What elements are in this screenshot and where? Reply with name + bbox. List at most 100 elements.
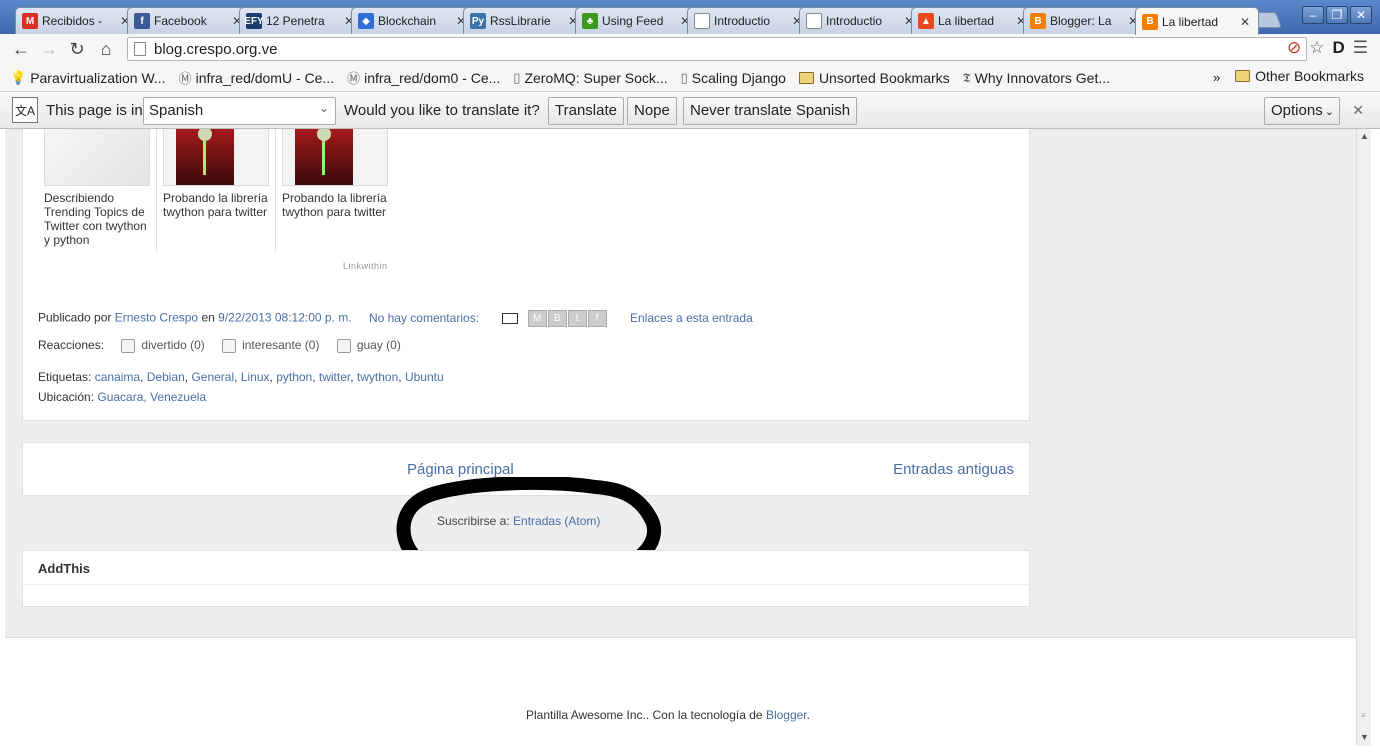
reaction-checkbox[interactable]	[121, 338, 136, 353]
options-label: Options	[1271, 102, 1323, 119]
tags-row: Etiquetas: canaima, Debian, General, Lin…	[38, 370, 444, 384]
translate-button[interactable]: Translate	[548, 97, 624, 125]
bookmark-item[interactable]: Ⓜinfra_red/dom0 - Ce...	[347, 68, 500, 87]
bookmark-label: infra_red/domU - Ce...	[195, 69, 335, 86]
translate-prefix: This page is in	[46, 102, 143, 119]
post-card: Describiendo Trending Topics de Twitter …	[22, 129, 1030, 421]
fire-icon: ▲	[918, 13, 934, 29]
subscribe-line: Suscribirse a: Entradas (Atom)	[437, 514, 600, 528]
bookmark-item[interactable]: Unsorted Bookmarks	[798, 70, 950, 86]
reaction-checkbox[interactable]	[336, 338, 351, 353]
tag-link[interactable]: canaima	[95, 370, 140, 384]
bookmark-item[interactable]: 💡 Paravirtualization W...	[10, 70, 166, 86]
home-page-link[interactable]: Página principal	[407, 461, 514, 478]
language-select[interactable]: Spanish ⌄	[143, 97, 336, 125]
browser-tab[interactable]: B La libertad ✕	[1135, 7, 1259, 35]
browser-tab[interactable]: EFY 12 Penetra ✕	[239, 7, 363, 34]
browser-tab[interactable]: Py RssLibrarie ✕	[463, 7, 587, 34]
related-thumbnail[interactable]	[163, 129, 269, 186]
tag-link[interactable]: Debian	[147, 370, 185, 384]
other-bookmarks[interactable]: Other Bookmarks	[1235, 68, 1364, 84]
bookmark-item[interactable]: ▯ Scaling Django	[681, 70, 786, 86]
tag-link[interactable]: twython	[357, 370, 398, 384]
browser-tab[interactable]: ◆ Blockchain ✕	[351, 7, 475, 34]
address-bar[interactable]: blog.crespo.org.ve	[127, 37, 1307, 61]
chevron-down-icon: ⌄	[318, 101, 329, 115]
never-translate-button[interactable]: Never translate Spanish	[683, 97, 858, 125]
close-window-button[interactable]: ✕	[1350, 6, 1372, 24]
page-icon	[806, 13, 822, 29]
blogger-link[interactable]: Blogger	[766, 708, 807, 722]
nope-button[interactable]: Nope	[627, 97, 677, 125]
maximize-button[interactable]: ❐	[1326, 6, 1348, 24]
scroll-grip-icon[interactable]: ≡	[1361, 711, 1366, 720]
blocked-content-icon[interactable]: ⊘	[1287, 38, 1301, 58]
close-icon[interactable]: ✕	[1352, 102, 1364, 119]
browser-tab[interactable]: ♣ Using Feed ✕	[575, 7, 699, 34]
extension-icon[interactable]: D	[1332, 38, 1344, 58]
bookmark-item[interactable]: Ⓜinfra_red/domU - Ce...	[179, 68, 335, 87]
author-link[interactable]: Ernesto Crespo	[115, 311, 198, 325]
lightbulb-icon: 💡	[10, 69, 27, 85]
page-icon: ▯	[680, 69, 688, 85]
browser-tab[interactable]: Introductio ✕	[687, 7, 811, 34]
reaction-checkbox[interactable]	[222, 338, 237, 353]
browser-tab[interactable]: B Blogger: La ✕	[1023, 7, 1147, 34]
browser-tab[interactable]: M Recibidos - ✕	[15, 7, 139, 34]
reload-button[interactable]: ↻	[66, 38, 88, 60]
home-button[interactable]: ⌂	[95, 38, 117, 60]
tag-link[interactable]: Ubuntu	[405, 370, 444, 384]
reactions-label: Reacciones:	[38, 338, 105, 352]
divider	[23, 584, 1029, 585]
tag-link[interactable]: Linux	[241, 370, 270, 384]
twitter-share-icon[interactable]: t	[567, 310, 587, 327]
bookmarks-overflow-button[interactable]: »	[1213, 70, 1220, 85]
bookmark-item[interactable]: 𝕿 Why Innovators Get...	[963, 70, 1110, 86]
linkwithin-credit[interactable]: Linkwithin	[343, 261, 388, 271]
close-tab-icon[interactable]: ✕	[1240, 15, 1252, 29]
vertical-scrollbar[interactable]: ▲ ≡ ▼	[1356, 129, 1371, 746]
related-post-title[interactable]: Probando la librería twython para twitte…	[282, 191, 392, 219]
tag-link[interactable]: twitter	[319, 370, 350, 384]
bookmark-star-icon[interactable]: ☆	[1309, 38, 1324, 58]
post-links-link[interactable]: Enlaces a esta entrada	[630, 311, 753, 325]
menu-icon[interactable]: ☰	[1353, 38, 1368, 58]
bookmark-label: Paravirtualization W...	[30, 69, 166, 86]
related-thumbnail[interactable]	[282, 129, 388, 186]
nyt-icon: 𝕿	[962, 69, 971, 85]
bookmark-label: Why Innovators Get...	[974, 69, 1111, 86]
scroll-down-icon[interactable]: ▼	[1360, 732, 1369, 742]
footer-attribution: Plantilla Awesome Inc.. Con la tecnologí…	[526, 708, 810, 722]
tag-link[interactable]: python	[276, 370, 312, 384]
scroll-up-icon[interactable]: ▲	[1360, 131, 1369, 141]
facebook-share-icon[interactable]: f	[587, 310, 607, 327]
atom-feed-link[interactable]: Entradas (Atom)	[513, 514, 600, 528]
location-link[interactable]: Guacara, Venezuela	[97, 390, 206, 404]
window-controls: – ❐ ✕	[1302, 6, 1372, 24]
back-button[interactable]: ←	[10, 38, 32, 60]
gmail-share-icon[interactable]: M	[527, 310, 547, 327]
browser-tab[interactable]: Introductio ✕	[799, 7, 923, 34]
tab-title: 12 Penetra	[266, 14, 325, 28]
post-footer-line: Publicado por Ernesto Crespo en 9/22/201…	[38, 310, 753, 327]
browser-tab[interactable]: f Facebook ✕	[127, 7, 251, 34]
browser-tab[interactable]: ▲ La libertad ✕	[911, 7, 1035, 34]
options-button[interactable]: Options ⌄	[1264, 97, 1340, 125]
blogger-share-icon[interactable]: B	[547, 310, 567, 327]
related-thumbnail[interactable]	[44, 129, 150, 186]
related-post-title[interactable]: Probando la librería twython para twitte…	[163, 191, 273, 219]
related-post-title[interactable]: Describiendo Trending Topics de Twitter …	[44, 191, 154, 247]
forward-button[interactable]: →	[38, 38, 60, 60]
minimize-button[interactable]: –	[1302, 6, 1324, 24]
tab-title: La libertad	[938, 14, 995, 28]
comments-link[interactable]: No hay comentarios:	[369, 311, 479, 325]
tab-title: Recibidos -	[42, 14, 103, 28]
email-post-icon[interactable]	[502, 313, 519, 324]
older-posts-link[interactable]: Entradas antiguas	[893, 461, 1014, 478]
bookmark-label: ZeroMQ: Super Sock...	[524, 69, 668, 86]
bookmark-item[interactable]: ▯ ZeroMQ: Super Sock...	[513, 70, 667, 86]
medium-m-icon: Ⓜ	[347, 71, 361, 86]
tag-link[interactable]: General	[191, 370, 234, 384]
bookmark-label: infra_red/dom0 - Ce...	[364, 69, 501, 86]
date-link[interactable]: 9/22/2013 08:12:00 p. m.	[218, 311, 351, 325]
